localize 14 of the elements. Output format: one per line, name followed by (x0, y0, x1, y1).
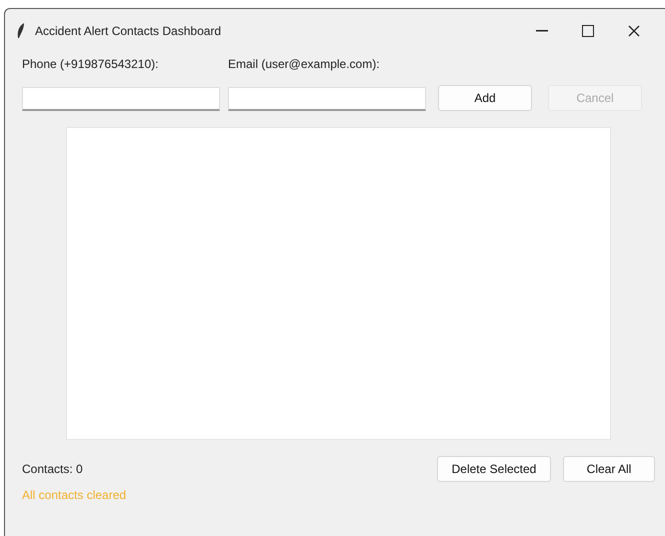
maximize-icon (582, 25, 594, 37)
minimize-icon (536, 30, 548, 32)
contacts-count: Contacts: 0 (22, 461, 84, 478)
input-field[interactable] (22, 87, 220, 111)
input-field[interactable] (228, 87, 426, 111)
field-label: Email (user@example.com): (228, 56, 381, 73)
close-icon (628, 25, 640, 37)
list-button[interactable]: Delete Selected (437, 456, 551, 482)
status-message: All contacts cleared (21, 487, 128, 504)
form-button[interactable]: Add (438, 85, 532, 111)
window-title: Accident Alert Contacts Dashboard (35, 23, 222, 40)
feather-icon (17, 23, 25, 39)
field-label: Phone (+919876543210): (22, 56, 160, 73)
list-button[interactable]: Clear All (563, 456, 655, 482)
